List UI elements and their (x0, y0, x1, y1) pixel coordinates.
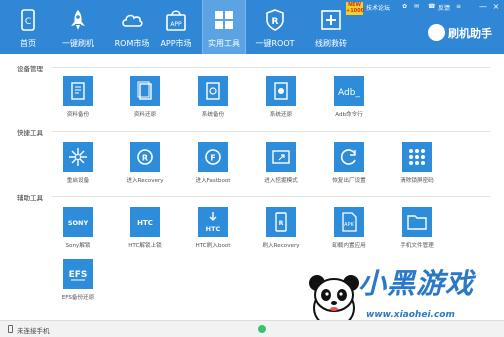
nav-home[interactable]: C 首页 (8, 0, 48, 54)
plus-box-icon (321, 10, 341, 30)
top-links: 技术论坛 ✿ ✉ ☎ 反馈 ≡ (358, 3, 498, 13)
nav-tools-label: 实用工具 (208, 39, 240, 48)
nav-one-click-flash[interactable]: 一键刷机 (54, 0, 102, 54)
nav-home-label: 首页 (20, 39, 36, 48)
svg-text:HTC: HTC (206, 225, 221, 233)
file-manager-icon (402, 207, 432, 237)
watermark-title: 小黑游戏 (358, 267, 475, 300)
efs-backup-icon: EFS (63, 259, 93, 289)
system-restore-icon (266, 76, 296, 106)
nav-rom-market[interactable]: ROM市场 (106, 0, 158, 54)
svg-text:APP: APP (170, 21, 182, 28)
tool-efs-backup[interactable]: EFS EFS备份还原 (48, 259, 108, 305)
svg-text:C: C (25, 17, 31, 27)
tool-htc-unlock[interactable]: HTC HTC解锁上锁 (115, 207, 175, 253)
tool-flash-recovery[interactable]: R 刷入Recovery (251, 207, 311, 253)
phone-home-icon: C (21, 9, 35, 31)
tool-system-restore[interactable]: 系统还原 (251, 76, 311, 122)
grid-icon (215, 11, 233, 29)
cloud-icon (122, 14, 143, 27)
minimize-button[interactable]: — (478, 2, 488, 11)
tool-system-backup[interactable]: 系统备份 (183, 76, 243, 122)
svg-text:SONY: SONY (68, 219, 89, 227)
recovery-icon: R (130, 142, 160, 172)
brand-name: 刷机助手 (448, 27, 492, 40)
htc-boot-icon: HTC (198, 207, 228, 237)
nav-wire-flash-label: 线刷救砖 (315, 39, 347, 48)
tool-recovery[interactable]: R 进入Recovery (115, 142, 175, 188)
menu-icon[interactable]: ≡ (456, 3, 461, 10)
app-bag-icon: APP (166, 10, 186, 31)
connection-status: 未连接手机 (17, 327, 50, 335)
htc-unlock-icon: HTC (130, 207, 160, 237)
phone-icon (8, 325, 13, 333)
svg-text:APK: APK (344, 222, 354, 228)
mining-mode-icon (266, 142, 296, 172)
svg-text:R: R (142, 154, 148, 163)
close-button[interactable]: × (491, 2, 501, 11)
tool-file-manager[interactable]: 手机文件管理 (387, 207, 447, 253)
tool-htc-boot[interactable]: HTC HTC刷入boot (183, 207, 243, 253)
watermark-url: www.xiaohei.com (366, 310, 455, 320)
status-indicator-icon (258, 325, 266, 333)
tool-label: 手机文件管理 (400, 243, 434, 249)
tool-label: Adb命令行 (335, 112, 363, 118)
uninstall-app-icon: APK (334, 207, 364, 237)
brand-logo-icon (428, 24, 445, 41)
sony-unlock-icon: SONY (63, 207, 93, 237)
factory-reset-icon (334, 142, 364, 172)
tool-data-backup[interactable]: 资料备份 (48, 76, 108, 122)
fastboot-icon: F (198, 142, 228, 172)
section-title-device: 设备管理 (17, 65, 43, 73)
svg-text:EFS: EFS (69, 270, 88, 280)
system-backup-icon (198, 76, 228, 106)
nav-app-market[interactable]: APP APP市场 (154, 0, 198, 54)
nav-tools[interactable]: 实用工具 (202, 0, 246, 54)
tool-mining-mode[interactable]: 进入挖掘模式 (251, 142, 311, 188)
svg-text:Adb_: Adb_ (338, 88, 360, 98)
section-title-quick: 快捷工具 (17, 129, 43, 137)
tool-fastboot[interactable]: F 进入Fastboot (183, 142, 243, 188)
data-backup-icon (63, 76, 93, 106)
tool-reboot[interactable]: 重启设备 (48, 142, 108, 188)
nav-one-click-flash-label: 一键刷机 (62, 39, 94, 48)
section-title-assist: 辅助工具 (17, 194, 43, 202)
tool-sony-unlock[interactable]: SONY Sony解锁 (48, 207, 108, 253)
section-divider (52, 196, 490, 197)
tool-factory-reset[interactable]: 恢复出厂设置 (319, 142, 379, 188)
svg-text:F: F (210, 154, 215, 163)
top-nav-bar: C 首页 一键刷机 ROM市场 APP APP市场 实用工具 R 一键ROOT … (0, 0, 504, 54)
tool-label: EFS备份还原 (61, 295, 95, 301)
tool-clear-lock[interactable]: 清除锁屏密码 (387, 142, 447, 188)
section-divider (52, 67, 490, 68)
tool-uninstall-app[interactable]: APK 卸载内置应用 (319, 207, 379, 253)
svg-text:R: R (279, 220, 284, 227)
data-restore-icon (130, 76, 160, 106)
clear-lock-icon (402, 142, 432, 172)
nav-one-click-root-label: 一键ROOT (255, 39, 295, 48)
settings-icon[interactable]: ✿ (402, 3, 407, 10)
nav-rom-market-label: ROM市场 (114, 39, 150, 48)
feedback-icon[interactable]: ☎ (428, 3, 435, 10)
svg-text:HTC: HTC (137, 219, 153, 227)
adb-terminal-icon: Adb_ (334, 76, 364, 106)
tool-label: 清除锁屏密码 (400, 178, 434, 184)
nav-one-click-root[interactable]: R 一键ROOT (252, 0, 298, 54)
forum-link[interactable]: 技术论坛 (366, 3, 390, 12)
section-divider (52, 131, 490, 132)
rocket-icon (71, 10, 85, 30)
status-bar: 未连接手机 (0, 320, 504, 337)
reboot-icon (63, 142, 93, 172)
shield-r-icon: R (266, 9, 284, 31)
flash-recovery-icon: R (266, 207, 296, 237)
feedback-link[interactable]: 反馈 (438, 3, 450, 12)
tool-adb-terminal[interactable]: Adb_ Adb命令行 (319, 76, 379, 122)
nav-app-market-label: APP市场 (160, 39, 192, 48)
svg-text:R: R (272, 17, 279, 27)
brand: 刷机助手 (428, 24, 498, 44)
mail-icon[interactable]: ✉ (414, 3, 419, 10)
tool-data-restore[interactable]: 资料还原 (115, 76, 175, 122)
